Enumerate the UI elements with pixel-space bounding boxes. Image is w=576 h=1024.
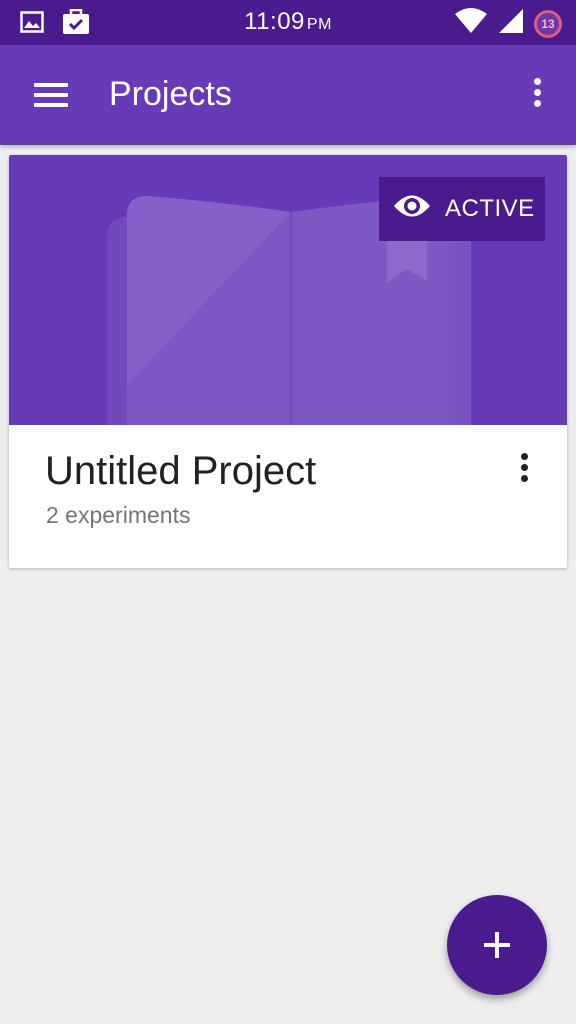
card-hero: ACTIVE (9, 155, 567, 425)
hamburger-menu-icon[interactable] (34, 83, 68, 107)
project-subtitle: 2 experiments (46, 502, 191, 528)
signal-icon (498, 8, 524, 39)
card-more-vert-icon[interactable] (519, 453, 529, 487)
add-project-button[interactable] (447, 895, 547, 995)
clock-time: 11:09 (244, 8, 305, 35)
notification-badge[interactable]: 13 (534, 9, 562, 38)
status-bar: 11:09 PM 13 (0, 0, 576, 45)
page-title: Projects (109, 75, 232, 113)
clock-ampm: PM (306, 16, 332, 33)
project-title: Untitled Project (45, 449, 317, 493)
active-badge[interactable]: ACTIVE (379, 177, 545, 241)
more-vert-icon[interactable] (532, 78, 542, 112)
card-body: Untitled Project 2 experiments (9, 425, 567, 568)
project-card[interactable]: ACTIVE Untitled Project 2 experiments (9, 155, 567, 568)
app-bar: Projects (0, 45, 576, 145)
eye-icon (393, 193, 431, 226)
wifi-icon (454, 8, 488, 39)
status-right-icons: 13 (454, 8, 562, 39)
active-badge-label: ACTIVE (445, 195, 535, 222)
